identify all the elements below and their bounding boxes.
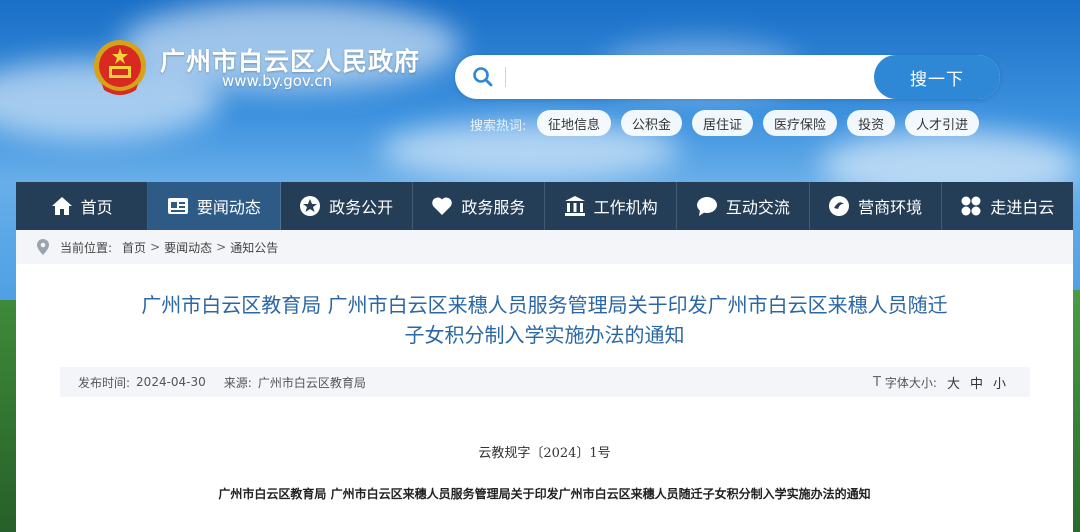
nav-item-label: 政务公开 [329, 198, 394, 217]
publish-date: 2024-04-30 [136, 375, 206, 389]
nav-item-label: 走进白云 [990, 198, 1055, 217]
main-content: 当前位置: 首页 > 要闻动态 > 通知公告 广州市白云区教育局 广州市白云区来… [16, 230, 1073, 532]
font-size-control: T 字体大小: 大 中 小 [873, 373, 1030, 392]
nav-item-news[interactable]: 要闻动态 [148, 182, 281, 230]
search-button[interactable]: 搜一下 [874, 55, 1000, 99]
source-label: 来源: [223, 375, 252, 390]
main-nav: 首页 要闻动态 政务公开 政务服务 工作机构 互动交流 营商环境 走进白云 [16, 182, 1073, 230]
hot-keyword-tag[interactable]: 投资 [847, 110, 896, 136]
document-title: 广州市白云区教育局 广州市白云区来穗人员服务管理局关于印发广州市白云区来穗人员随… [218, 487, 871, 501]
breadcrumb-separator: > [216, 240, 227, 254]
chat-icon [696, 195, 718, 217]
hot-keyword-tag[interactable]: 公积金 [621, 110, 683, 136]
building-icon [564, 195, 586, 217]
nav-item-business[interactable]: 营商环境 [810, 182, 942, 230]
news-icon [167, 195, 189, 217]
text-size-icon: T [872, 374, 881, 390]
article-title-line: 广州市白云区教育局 广州市白云区来穗人员服务管理局关于印发广州市白云区来穗人员随… [141, 293, 948, 317]
grid-icon [960, 195, 982, 217]
hot-keyword-tag[interactable]: 居住证 [692, 110, 754, 136]
nav-item-label: 营商环境 [858, 198, 923, 217]
hot-keyword-tag[interactable]: 征地信息 [537, 110, 612, 136]
nav-item-gov-service[interactable]: 政务服务 [413, 182, 545, 230]
nav-item-label: 要闻动态 [196, 198, 261, 217]
font-size-small[interactable]: 小 [993, 373, 1006, 392]
article-meta: 发布时间: 2024-04-30 来源: 广州市白云区教育局 T 字体大小: 大… [60, 367, 1030, 397]
breadcrumb-link-home[interactable]: 首页 [122, 239, 146, 256]
home-icon [51, 195, 73, 217]
heart-icon [431, 195, 453, 217]
nav-item-label: 工作机构 [593, 198, 658, 217]
swirl-icon [828, 195, 850, 217]
source-value: 广州市白云区教育局 [257, 375, 366, 390]
nav-item-home[interactable]: 首页 [16, 182, 149, 230]
hot-keyword-tag[interactable]: 人才引进 [905, 110, 980, 136]
nav-item-gov-affairs[interactable]: 政务公开 [281, 182, 413, 230]
hot-keywords-list: 征地信息 公积金 居住证 医疗保险 投资 人才引进 [537, 110, 980, 136]
site-url: www.by.gov.cn [222, 72, 333, 90]
nav-item-interaction[interactable]: 互动交流 [677, 182, 810, 230]
breadcrumb: 当前位置: 首页 > 要闻动态 > 通知公告 [16, 230, 1073, 264]
nav-item-label: 首页 [80, 198, 113, 217]
hot-keyword-tag[interactable]: 医疗保险 [763, 110, 838, 136]
hot-keywords-label: 搜索热词: [470, 119, 527, 134]
search-divider [505, 67, 506, 87]
search-input[interactable] [515, 63, 865, 91]
national-emblem-icon[interactable] [92, 38, 148, 96]
nav-item-label: 政务服务 [461, 198, 526, 217]
breadcrumb-prefix: 当前位置: [60, 240, 113, 255]
search-icon [471, 65, 495, 89]
breadcrumb-link-news[interactable]: 要闻动态 [164, 239, 212, 256]
nav-item-label: 互动交流 [725, 198, 790, 217]
star-badge-icon [299, 195, 321, 217]
font-size-medium[interactable]: 中 [970, 373, 983, 392]
document-number: 云教规字〔2024〕1号 [478, 446, 611, 461]
nav-item-about[interactable]: 走进白云 [942, 182, 1073, 230]
breadcrumb-separator: > [150, 240, 161, 254]
font-size-label: 字体大小: [884, 375, 937, 390]
publish-label: 发布时间: [78, 375, 131, 390]
location-pin-icon [36, 239, 50, 255]
breadcrumb-link-notices[interactable]: 通知公告 [230, 239, 278, 256]
font-size-large[interactable]: 大 [947, 373, 960, 392]
article-title: 广州市白云区教育局 广州市白云区来穗人员服务管理局关于印发广州市白云区来穗人员随… [76, 290, 1013, 350]
nav-item-agencies[interactable]: 工作机构 [545, 182, 678, 230]
article-title-line: 子女积分制入学实施办法的通知 [404, 323, 685, 347]
